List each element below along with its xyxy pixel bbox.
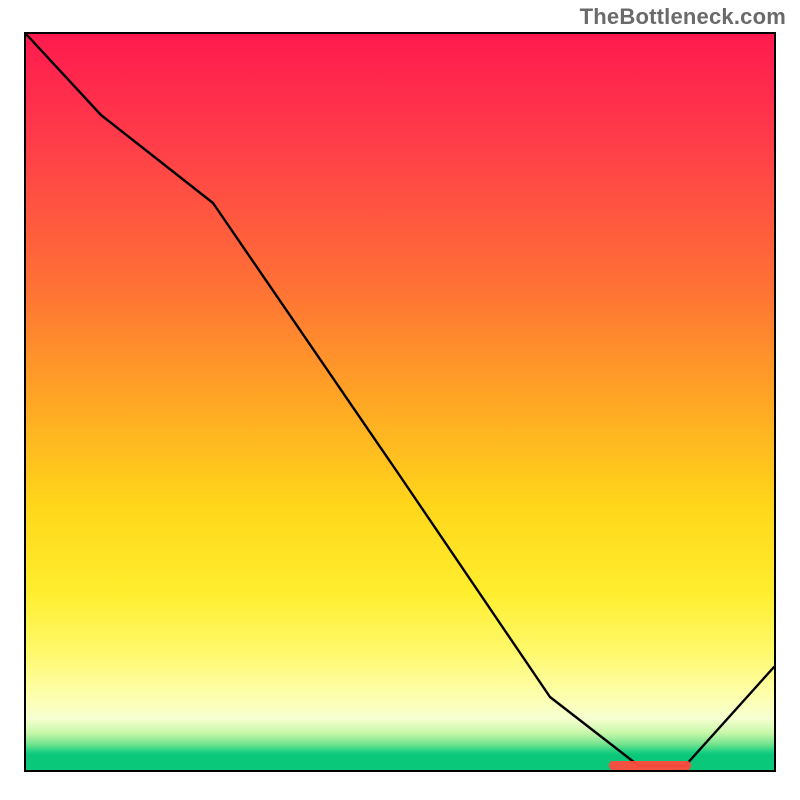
- plot-area: [24, 32, 776, 772]
- line-series: [26, 34, 774, 770]
- optimum-marker: [609, 761, 691, 770]
- watermark-label: TheBottleneck.com: [580, 4, 786, 30]
- chart-frame: TheBottleneck.com: [0, 0, 800, 800]
- curve-path: [26, 34, 774, 766]
